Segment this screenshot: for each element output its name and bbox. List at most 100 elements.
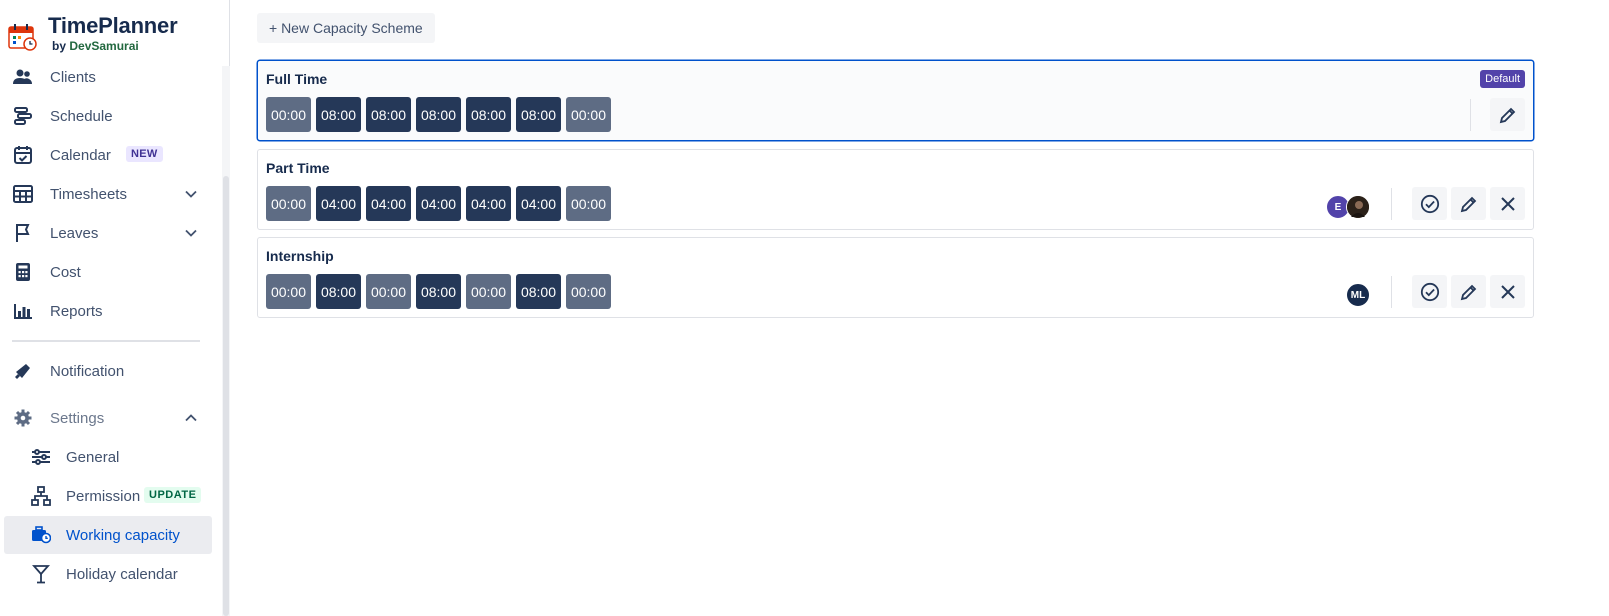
day-hours: 00:00 [566,274,611,309]
day-hours: 08:00 [516,274,561,309]
pencil-icon [1460,284,1476,300]
pencil-icon [1460,196,1476,212]
new-badge: NEW [126,146,163,162]
sidebar-item-timesheets[interactable]: Timesheets [4,175,212,213]
chevron-down-icon[interactable] [184,226,198,240]
sidebar-item-label: Clients [50,68,96,86]
sidebar-divider [12,340,200,342]
sidebar-item-calendar[interactable]: Calendar NEW [4,136,212,174]
day-hours: 00:00 [366,274,411,309]
weekday-hours: 00:00 04:00 04:00 04:00 04:00 04:00 00:0… [266,186,611,221]
scheme-name: Internship [266,248,334,264]
sidebar-item-label: Settings [50,409,105,427]
sidebar-item-label: Calendar [50,146,111,164]
weekday-hours: 00:00 08:00 00:00 08:00 00:00 08:00 00:0… [266,274,611,309]
sidebar-item-clients[interactable]: Clients [4,58,212,96]
edit-button[interactable] [1451,275,1486,308]
day-hours: 00:00 [566,97,611,132]
cocktail-glass-icon [30,563,52,585]
default-badge: Default [1480,70,1525,88]
day-hours: 00:00 [266,274,311,309]
sidebar-item-permission[interactable]: Permission UPDATE [4,477,212,515]
sidebar-item-working-capacity[interactable]: Working capacity [4,516,212,554]
calculator-icon [12,261,34,283]
avatar-photo[interactable] [1346,195,1370,219]
actions-divider [1470,99,1471,131]
delete-button[interactable] [1490,275,1525,308]
day-hours: 00:00 [266,186,311,221]
flag-icon [12,222,34,244]
sidebar-item-leaves[interactable]: Leaves [4,214,212,252]
update-badge: UPDATE [144,487,202,503]
sidebar-item-holiday-calendar[interactable]: Holiday calendar [4,555,212,593]
sidebar-item-label: Leaves [50,224,99,242]
sidebar-scrollbar-thumb[interactable] [223,176,229,616]
app-root: TimePlanner by DevSamurai Clients Schedu… [0,0,1609,616]
brand[interactable]: TimePlanner by DevSamurai [8,13,178,60]
sidebar-item-label: Working capacity [66,526,180,544]
gear-icon [12,407,34,429]
sidebar-item-label: Holiday calendar [66,565,178,583]
sidebar-item-notification[interactable]: Notification [4,352,212,390]
avatar[interactable]: ML [1346,283,1370,307]
sidebar-item-label: Schedule [50,107,113,125]
day-hours: 08:00 [366,97,411,132]
actions-divider [1391,276,1392,308]
hierarchy-icon [30,485,52,507]
set-default-button[interactable] [1412,187,1447,220]
check-circle-icon [1420,282,1439,301]
chevron-down-icon[interactable] [184,187,198,201]
sidebar-item-label: Cost [50,263,81,281]
day-hours: 08:00 [416,97,461,132]
edit-button[interactable] [1490,98,1525,131]
person-photo-icon [1347,196,1369,218]
sidebar-item-settings[interactable]: Settings [4,399,212,437]
day-hours: 08:00 [416,274,461,309]
weekday-hours: 00:00 08:00 08:00 08:00 08:00 08:00 00:0… [266,97,611,132]
actions-divider [1391,188,1392,220]
new-capacity-scheme-button[interactable]: + New Capacity Scheme [257,13,435,43]
day-hours: 04:00 [416,186,461,221]
day-hours: 08:00 [316,97,361,132]
day-hours: 00:00 [266,97,311,132]
sidebar-item-label: General [66,448,120,466]
brand-company: DevSamurai [69,39,139,53]
sidebar-item-general[interactable]: General [4,438,212,476]
schedule-icon [12,105,34,127]
sidebar-item-label: Reports [50,302,103,320]
day-hours: 00:00 [466,274,511,309]
brand-title: TimePlanner [48,13,178,38]
day-hours: 08:00 [466,97,511,132]
delete-button[interactable] [1490,187,1525,220]
day-hours: 08:00 [316,274,361,309]
day-hours: 04:00 [316,186,361,221]
capacity-scheme-card-full-time[interactable]: Full Time Default 00:00 08:00 08:00 08:0… [257,60,1534,141]
sidebar-item-label: Timesheets [50,185,127,203]
bar-chart-icon [12,300,34,322]
close-icon [1500,196,1515,211]
day-hours: 04:00 [466,186,511,221]
set-default-button[interactable] [1412,275,1447,308]
sidebar-item-label: Notification [50,362,125,380]
chevron-up-icon[interactable] [184,411,198,425]
main-content: + New Capacity Scheme Full Time Default … [230,0,1609,616]
day-hours: 08:00 [516,97,561,132]
sliders-icon [30,446,52,468]
sidebar-item-reports[interactable]: Reports [4,292,212,330]
brand-subtitle: by DevSamurai [52,38,177,54]
close-icon [1500,284,1515,299]
calendar-check-icon [12,144,34,166]
sidebar-item-label: Permission [66,487,141,505]
capacity-scheme-card-internship[interactable]: Internship 00:00 08:00 00:00 08:00 00:00… [257,237,1534,318]
megaphone-icon [12,360,34,382]
sidebar-item-schedule[interactable]: Schedule [4,97,212,135]
table-grid-icon [12,183,34,205]
briefcase-clock-icon [30,524,52,546]
edit-button[interactable] [1451,187,1486,220]
check-circle-icon [1420,194,1439,213]
day-hours: 04:00 [516,186,561,221]
capacity-scheme-card-part-time[interactable]: Part Time 00:00 04:00 04:00 04:00 04:00 … [257,149,1534,230]
sidebar-item-cost[interactable]: Cost [4,253,212,291]
scheme-name: Part Time [266,160,330,176]
brand-by: by [52,39,67,53]
